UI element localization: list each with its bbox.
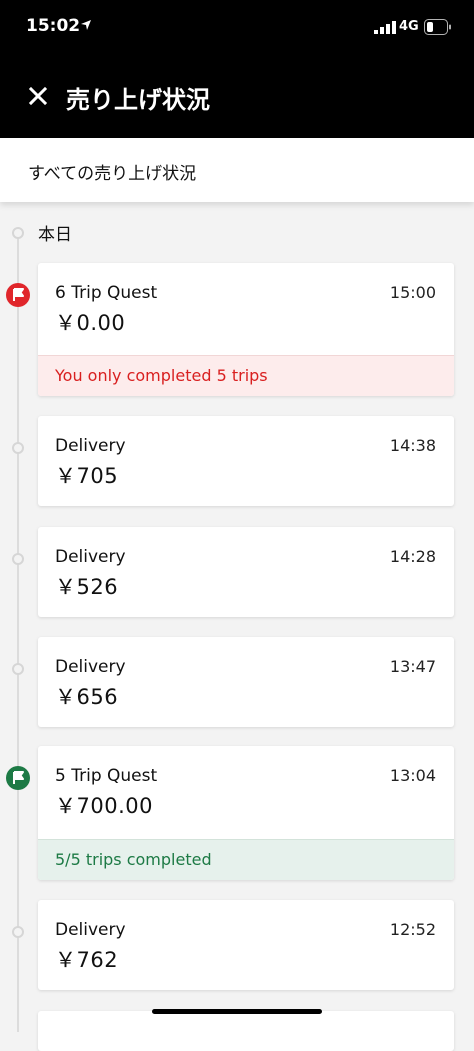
nav-bar: 売り上げ状況 bbox=[0, 56, 474, 138]
card-time: 14:38 bbox=[389, 436, 436, 455]
card-time: 13:47 bbox=[389, 657, 436, 676]
network-type: 4G bbox=[399, 19, 419, 34]
card-time: 15:00 bbox=[389, 283, 436, 302]
earnings-card[interactable]: 6 Trip Quest 15:00 ￥0.00 You only comple… bbox=[38, 263, 454, 396]
earnings-card[interactable]: Delivery 14:38 ￥705 bbox=[38, 416, 454, 506]
card-title: 6 Trip Quest bbox=[55, 283, 158, 303]
location-arrow-icon bbox=[81, 20, 91, 30]
signal-icon bbox=[374, 21, 396, 34]
date-header: 本日 bbox=[38, 225, 72, 245]
card-amount: ￥700.00 bbox=[55, 794, 153, 818]
timeline-dot bbox=[12, 442, 24, 454]
timeline-dot bbox=[12, 926, 24, 938]
card-title: 5 Trip Quest bbox=[55, 766, 158, 786]
earnings-card[interactable]: Delivery 14:28 ￥526 bbox=[38, 527, 454, 617]
red-flag-icon bbox=[6, 283, 30, 307]
quest-status-note: 5/5 trips completed bbox=[38, 839, 454, 880]
earnings-filter[interactable]: すべての売り上げ状況 bbox=[0, 138, 474, 202]
timeline-line bbox=[17, 232, 19, 1032]
card-title: Delivery bbox=[55, 657, 126, 677]
earnings-card[interactable]: 5 Trip Quest 13:04 ￥700.00 5/5 trips com… bbox=[38, 746, 454, 880]
card-title: Delivery bbox=[55, 436, 126, 456]
timeline-dot bbox=[12, 553, 24, 565]
quest-status-note: You only completed 5 trips bbox=[38, 355, 454, 396]
close-icon[interactable] bbox=[28, 86, 48, 106]
earnings-card[interactable]: Delivery 12:52 ￥762 bbox=[38, 900, 454, 990]
timeline-dot bbox=[12, 663, 24, 675]
card-amount: ￥762 bbox=[55, 948, 119, 972]
green-flag-icon bbox=[6, 766, 30, 790]
home-indicator bbox=[152, 1009, 322, 1014]
page-title: 売り上げ状況 bbox=[66, 86, 210, 114]
card-time: 14:28 bbox=[389, 547, 436, 566]
card-time: 13:04 bbox=[389, 766, 436, 785]
timeline-dot bbox=[12, 227, 24, 239]
card-amount: ￥526 bbox=[55, 575, 119, 599]
card-title: Delivery bbox=[55, 547, 126, 567]
status-time: 15:02 bbox=[26, 16, 81, 36]
battery-icon bbox=[424, 19, 451, 35]
card-amount: ￥0.00 bbox=[55, 311, 126, 335]
card-title: Delivery bbox=[55, 920, 126, 940]
filter-label: すべての売り上げ状況 bbox=[28, 164, 197, 184]
card-time: 12:52 bbox=[389, 920, 436, 939]
card-amount: ￥705 bbox=[55, 464, 119, 488]
earnings-card[interactable]: Delivery 13:47 ￥656 bbox=[38, 637, 454, 727]
earnings-card-partial[interactable] bbox=[38, 1011, 454, 1051]
card-amount: ￥656 bbox=[55, 685, 119, 709]
status-bar: 15:02 4G bbox=[0, 0, 474, 56]
